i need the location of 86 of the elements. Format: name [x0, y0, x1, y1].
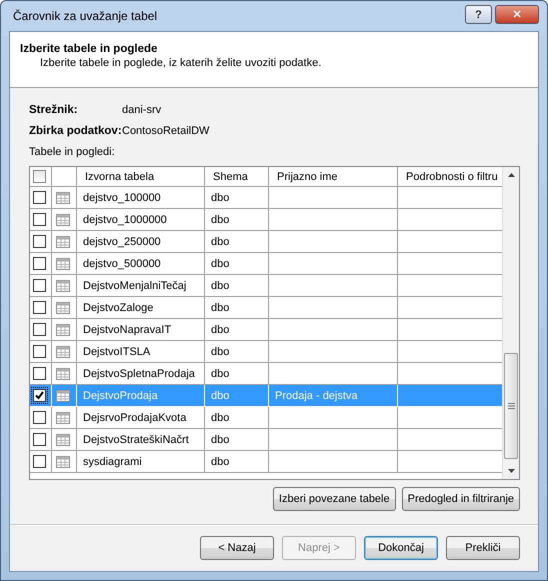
field-value: ContosoRetailDW [122, 125, 210, 137]
table-icon [56, 434, 70, 446]
table-icon [56, 280, 70, 292]
row-checkbox[interactable] [33, 455, 46, 468]
table-cell: dbo [211, 280, 230, 292]
table-cell: DejstvoProdaja [83, 390, 158, 402]
table-cell: DejstvoNapravaIT [83, 324, 172, 336]
table-icon [56, 390, 70, 402]
table-row[interactable]: dejstvo_1000000 dbo [30, 209, 502, 231]
column-header[interactable]: Shema [205, 167, 269, 187]
table-cell: Prodaja - dejstva [275, 390, 358, 402]
table-row[interactable]: DejstvoStrateškiNačrt dbo [30, 429, 502, 451]
table-icon [56, 324, 70, 336]
table-cell: dejstvo_500000 [83, 258, 161, 270]
table-icon [56, 456, 70, 468]
page-description: Izberite tabele in poglede, iz katerih želite uvoziti podatke. [39, 57, 322, 69]
help-button[interactable]: ? [465, 5, 492, 24]
scroll-up-icon[interactable] [508, 173, 514, 177]
table-cell: dbo [211, 258, 230, 270]
action-button[interactable]: Predogled in filtriranje [402, 487, 520, 511]
table-row[interactable]: dejstvo_250000 dbo [30, 231, 502, 253]
table-cell: DejstvoZaloge [83, 302, 154, 314]
column-header[interactable]: Izvorna tabela [77, 167, 205, 187]
row-checkbox[interactable] [33, 345, 46, 358]
table-row[interactable]: DejsrvoProdajaKvota dbo [30, 407, 502, 429]
table-icon [56, 236, 70, 248]
table-cell: DejstvoSpletnaProdaja [83, 368, 195, 380]
table-cell: DejstvoMenjalniTečaj [83, 280, 186, 292]
row-checkbox[interactable] [33, 367, 46, 380]
table-icon [56, 412, 70, 424]
row-checkbox[interactable] [33, 323, 46, 336]
table-row[interactable]: DejstvoNapravaIT dbo [30, 319, 502, 341]
wizard-button[interactable]: Dokončaj [364, 536, 438, 560]
field-value: dani-srv [122, 104, 162, 116]
table-cell: dbo [211, 302, 230, 314]
table-row[interactable]: DejstvoMenjalniTečaj dbo [30, 275, 502, 297]
table-row[interactable]: DejstvoITSLA dbo [30, 341, 502, 363]
table-icon [56, 368, 70, 380]
table-cell: dbo [211, 390, 230, 402]
field-label: Zbirka podatkov: [29, 125, 122, 137]
table-cell: dbo [211, 434, 230, 446]
table-row[interactable]: dejstvo_500000 dbo [30, 253, 502, 275]
row-checkbox[interactable] [33, 389, 46, 402]
table-row[interactable]: DejstvoZaloge dbo [30, 297, 502, 319]
table-cell: dbo [211, 236, 230, 248]
action-button[interactable]: Izberi povezane tabele [272, 487, 396, 511]
table-cell: dbo [211, 412, 230, 424]
table-cell: DejsrvoProdajaKvota [83, 412, 186, 424]
row-checkbox[interactable] [33, 301, 46, 314]
table-icon [56, 192, 70, 204]
table-cell: sysdiagrami [83, 456, 142, 468]
table-cell: DejstvoStrateškiNačrt [83, 434, 189, 446]
row-checkbox[interactable] [33, 191, 46, 204]
table-cell: dejstvo_100000 [83, 192, 161, 204]
column-header[interactable]: Prijazno ime [269, 167, 398, 187]
wizard-button[interactable]: < Nazaj [200, 536, 274, 560]
table-row[interactable]: dejstvo_100000 dbo [30, 187, 502, 209]
page-heading: Izberite tabele in poglede [20, 43, 158, 55]
table-cell: dejstvo_250000 [83, 236, 161, 248]
row-checkbox[interactable] [33, 235, 46, 248]
wizard-button[interactable]: Prekliči [446, 536, 520, 560]
row-checkbox[interactable] [33, 257, 46, 270]
vertical-scrollbar[interactable] [502, 167, 519, 479]
table-cell: dbo [211, 324, 230, 336]
table-cell: dbo [211, 346, 230, 358]
table-cell: dbo [211, 214, 230, 226]
table-icon [56, 302, 70, 314]
table-icon [56, 346, 70, 358]
row-checkbox[interactable] [33, 411, 46, 424]
table-cell: DejstvoITSLA [83, 346, 150, 358]
scroll-down-icon[interactable] [508, 469, 514, 473]
select-all-checkbox[interactable] [33, 170, 46, 183]
row-checkbox[interactable] [33, 433, 46, 446]
row-checkbox[interactable] [33, 279, 46, 292]
table-row[interactable]: sysdiagrami dbo [30, 451, 502, 473]
table-cell: dejstvo_1000000 [83, 214, 167, 226]
table-icon [56, 214, 70, 226]
field-label: Strežnik: [29, 104, 79, 116]
scrollbar-thumb[interactable] [504, 353, 518, 459]
table-cell: dbo [211, 456, 230, 468]
list-label: Tabele in pogledi: [29, 146, 116, 158]
table-cell: dbo [211, 368, 230, 380]
table-icon [56, 258, 70, 270]
table-cell: dbo [211, 192, 230, 204]
window-title: Čarovnik za uvažanje tabel [12, 9, 158, 23]
row-checkbox[interactable] [33, 213, 46, 226]
